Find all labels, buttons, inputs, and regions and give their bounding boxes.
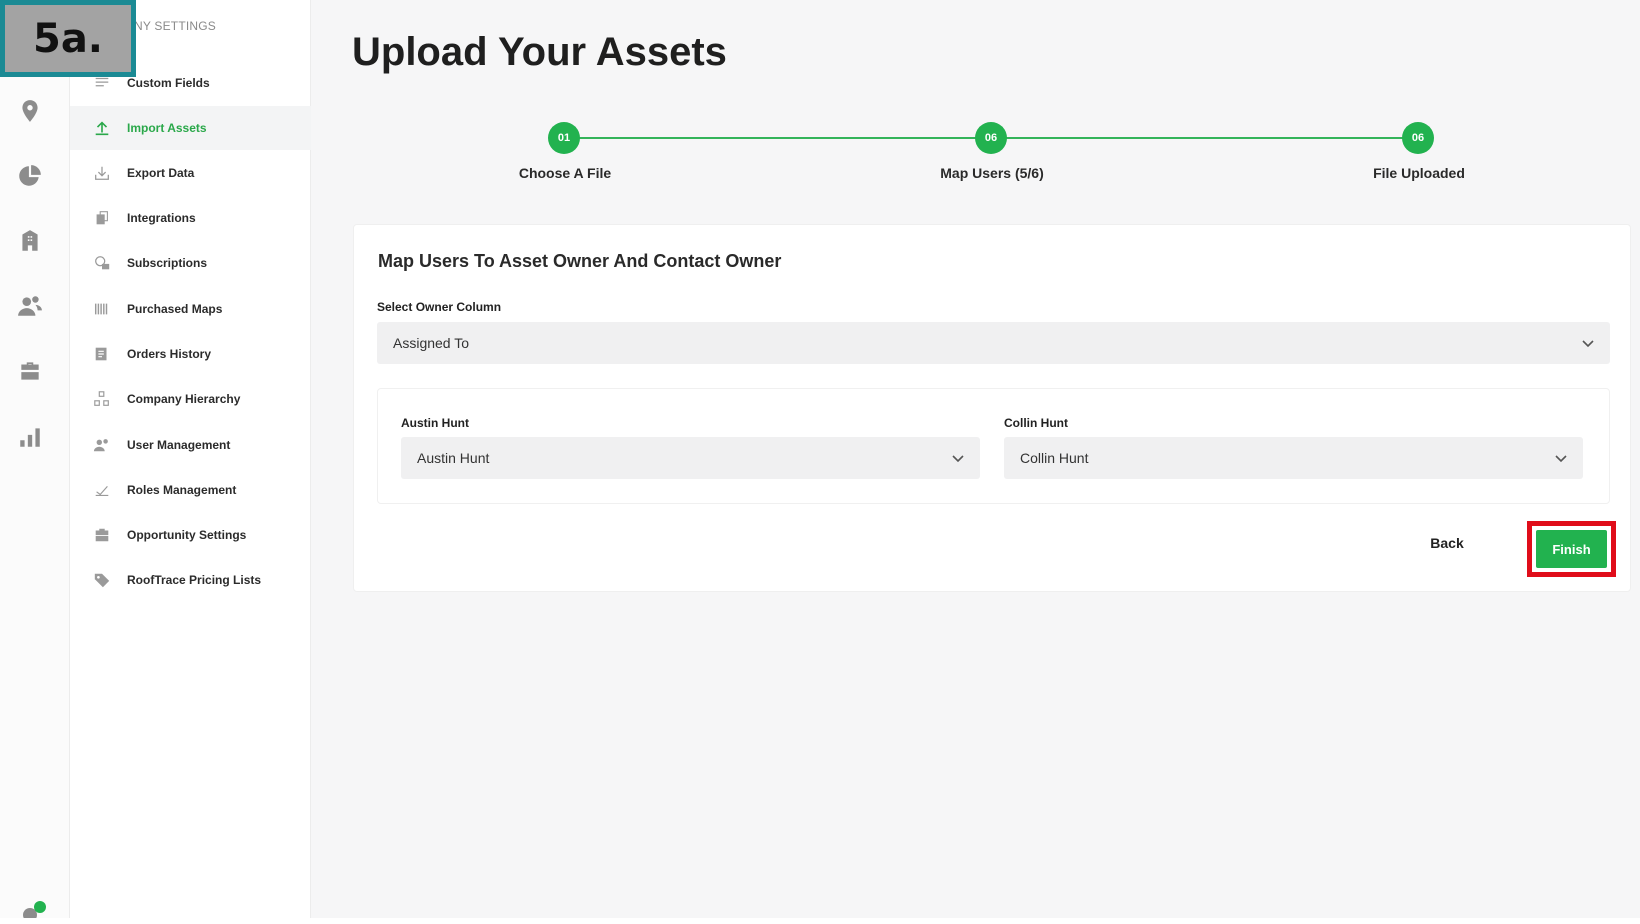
sidebar-item-export-data[interactable]: Export Data: [70, 151, 311, 195]
briefcase-icon: [92, 525, 112, 545]
sidebar-item-label: User Management: [127, 438, 231, 452]
sidebar-item-label: Export Data: [127, 166, 195, 180]
sidebar-item-label: Roles Management: [127, 483, 237, 497]
map-users-card: Map Users To Asset Owner And Contact Own…: [353, 224, 1631, 592]
back-button[interactable]: Back: [1422, 531, 1472, 555]
user-mapping-label-1: Austin Hunt: [401, 416, 469, 430]
sidebar-item-label: Opportunity Settings: [127, 528, 247, 542]
user-mapping-value-2: Collin Hunt: [1020, 450, 1089, 466]
download-icon: [92, 163, 112, 183]
user-mapping-select-1[interactable]: Austin Hunt: [401, 437, 980, 479]
sidebar-item-subscriptions[interactable]: Subscriptions: [70, 241, 311, 285]
step-2-indicator: 06: [975, 122, 1007, 154]
owner-column-value: Assigned To: [393, 335, 470, 351]
step-2-label: Map Users (5/6): [940, 165, 1044, 181]
building-icon[interactable]: [14, 225, 46, 257]
users-icon: [92, 435, 112, 455]
orders-icon: [92, 344, 112, 364]
step-1-indicator: 01: [548, 122, 580, 154]
sidebar-item-opportunity-settings[interactable]: Opportunity Settings: [70, 513, 311, 557]
icon-rail: [0, 0, 70, 922]
card-title: Map Users To Asset Owner And Contact Own…: [378, 251, 782, 271]
chevron-down-icon: [1553, 450, 1569, 466]
sidebar-item-roles-management[interactable]: Roles Management: [70, 468, 311, 512]
sidebar-item-label: Orders History: [127, 347, 212, 361]
upload-icon: [92, 118, 112, 138]
user-mapping-select-2[interactable]: Collin Hunt: [1004, 437, 1583, 479]
sidebar-item-orders-history[interactable]: Orders History: [70, 332, 311, 376]
step-badge: 5a.: [0, 0, 136, 77]
chevron-down-icon: [950, 450, 966, 466]
contacts-icon[interactable]: [14, 290, 46, 322]
sidebar-item-label: Purchased Maps: [127, 302, 223, 316]
sidebar-item-label: Custom Fields: [127, 76, 210, 90]
hierarchy-icon: [92, 389, 112, 409]
sidebar-item-company-hierarchy[interactable]: Company Hierarchy: [70, 377, 311, 421]
roles-icon: [92, 480, 112, 500]
tag-icon: [92, 570, 112, 590]
page-title: Upload Your Assets: [352, 30, 727, 74]
step-3-label: File Uploaded: [1373, 165, 1465, 181]
sidebar-item-label: Company Hierarchy: [127, 392, 241, 406]
step-1-label: Choose A File: [518, 165, 612, 181]
location-pin-icon[interactable]: [14, 95, 46, 127]
step-badge-label: 5a.: [5, 5, 131, 72]
user-mapping-label-2: Collin Hunt: [1004, 416, 1068, 430]
bar-chart-icon[interactable]: [14, 421, 46, 453]
integrations-icon: [92, 208, 112, 228]
sidebar-item-integrations[interactable]: Integrations: [70, 196, 311, 240]
pie-chart-icon[interactable]: [14, 160, 46, 192]
sidebar-item-import-assets[interactable]: Import Assets: [70, 106, 311, 150]
settings-heading: NY SETTINGS: [134, 19, 216, 33]
sidebar-item-label: RoofTrace Pricing Lists: [127, 573, 262, 587]
sidebar-item-label: Import Assets: [127, 121, 207, 135]
sidebar-item-label: Subscriptions: [127, 256, 208, 270]
sidebar-item-rooftrace-pricing-lists[interactable]: RoofTrace Pricing Lists: [70, 558, 311, 602]
step-3-indicator: 06: [1402, 122, 1434, 154]
briefcase-icon[interactable]: [14, 355, 46, 387]
user-mapping-value-1: Austin Hunt: [417, 450, 490, 466]
user-mapping-group: Austin Hunt Austin Hunt Collin Hunt Coll…: [377, 388, 1610, 504]
sidebar-item-user-management[interactable]: User Management: [70, 423, 311, 467]
owner-column-select[interactable]: Assigned To: [377, 322, 1610, 364]
owner-column-label: Select Owner Column: [377, 300, 502, 314]
sidebar-item-purchased-maps[interactable]: Purchased Maps: [70, 287, 311, 331]
subscriptions-icon: [92, 253, 112, 273]
sidebar-item-label: Integrations: [127, 211, 196, 225]
finish-button[interactable]: Finish: [1536, 530, 1607, 568]
user-status-icon[interactable]: [20, 901, 50, 922]
finish-highlight-box: Finish: [1527, 521, 1616, 577]
chevron-down-icon: [1580, 335, 1596, 351]
barcode-icon: [92, 299, 112, 319]
